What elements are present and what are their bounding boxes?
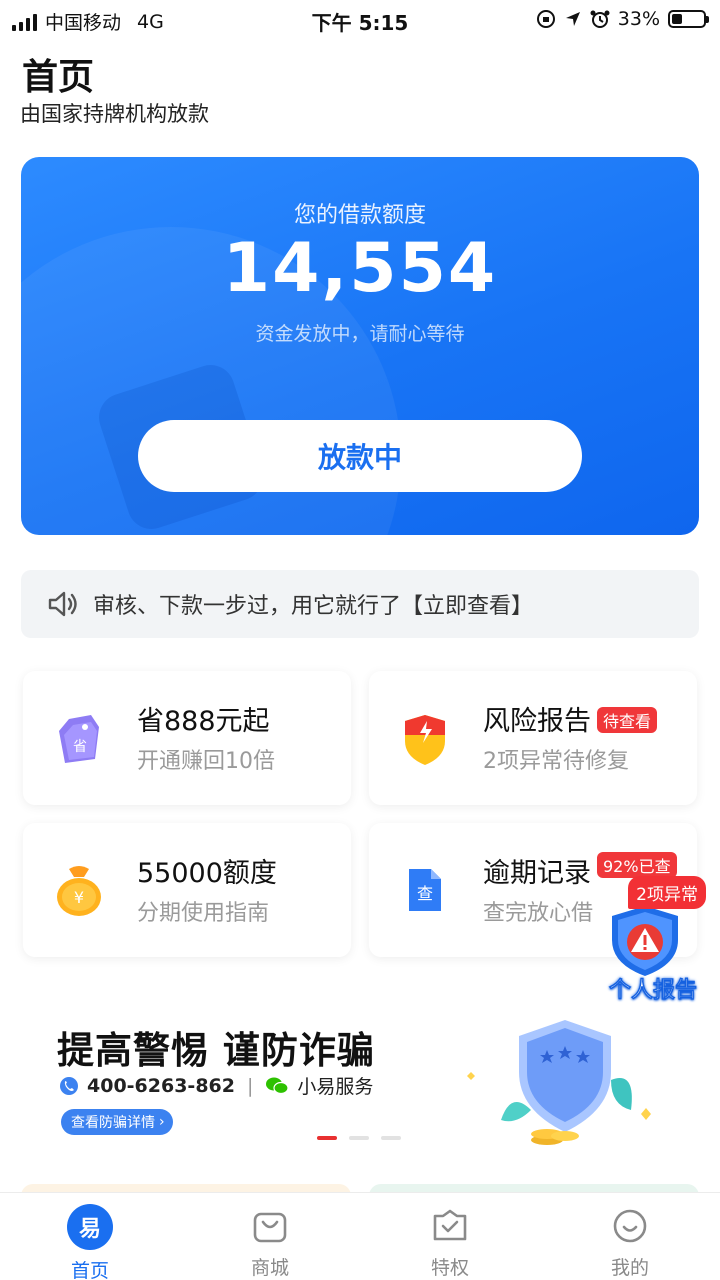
- alarm-icon: [590, 10, 610, 28]
- tab-privilege[interactable]: 特权: [360, 1193, 540, 1280]
- notice-bar[interactable]: 审核、下款一步过，用它就行了【立即查看】: [21, 570, 699, 638]
- personal-report-float-button[interactable]: 2项异常 个人报告: [594, 876, 712, 1004]
- page-title: 首页: [22, 57, 95, 98]
- loan-status-note: 资金发放中，请耐心等待: [255, 323, 465, 345]
- feature-title-text: 风险报告: [483, 706, 591, 737]
- feature-subtitle: 2项异常待修复: [483, 749, 629, 774]
- tab-label: 商城: [250, 1257, 289, 1279]
- savings-tag-icon: 省: [59, 715, 99, 763]
- carousel-indicator: [317, 1136, 401, 1140]
- signal-icon: [12, 13, 37, 31]
- feature-title: 55000额度: [137, 858, 277, 889]
- banner-title: 提高警惕 谨防诈骗: [57, 1029, 375, 1072]
- shopping-bag-icon: [253, 1212, 287, 1242]
- view-anti-fraud-button[interactable]: 查看防骗详情 ›: [61, 1109, 173, 1135]
- tab-mall[interactable]: 商城: [180, 1193, 360, 1280]
- carousel-dot: [349, 1136, 369, 1140]
- page-subtitle: 由国家持牌机构放款: [20, 102, 209, 126]
- feature-card-risk-report[interactable]: 风险报告 待查看 2项异常待修复: [369, 671, 697, 805]
- feature-subtitle: 查完放心借: [483, 901, 594, 926]
- button-label: 查看防骗详情: [71, 1115, 155, 1131]
- speaker-icon: [48, 591, 77, 617]
- feature-card-credit-limit[interactable]: ¥ 55000额度 分期使用指南: [23, 823, 351, 957]
- home-logo-icon: 易: [67, 1204, 113, 1250]
- tab-home[interactable]: 易 首页: [0, 1193, 180, 1280]
- security-shield-illustration: [467, 1020, 651, 1145]
- orientation-lock-icon: [536, 10, 555, 28]
- location-icon: [565, 12, 580, 26]
- feature-title: 省888元起: [137, 706, 270, 737]
- hotline-number: 400-6263-862: [87, 1074, 235, 1097]
- battery-percent: 33%: [617, 8, 660, 30]
- network-type: 4G: [137, 10, 164, 33]
- checked-percent-tag: 92%已查: [597, 851, 677, 878]
- pending-view-tag: 待查看: [597, 706, 658, 733]
- bottom-tab-bar: 易 首页 商城 特权 我的: [0, 1192, 720, 1280]
- divider: |: [246, 1074, 254, 1097]
- warning-shield-icon: [612, 906, 678, 976]
- feature-card-savings[interactable]: 省 省888元起 开通赚回10倍: [23, 671, 351, 805]
- feature-subtitle: 分期使用指南: [137, 901, 270, 926]
- carousel-dot: [381, 1136, 401, 1140]
- feature-title: 风险报告 待查看: [483, 699, 658, 738]
- loan-limit-amount: 14,554: [222, 229, 498, 308]
- anti-fraud-banner[interactable]: 提高警惕 谨防诈骗 400-6263-862 | 小易服务 查看防骗详情 ›: [21, 1000, 699, 1160]
- status-bar: 中国移动 4G 下午 5:15 33%: [0, 0, 720, 40]
- phone-icon: [60, 1076, 78, 1095]
- loan-card: 您的借款额度 14,554 资金发放中，请耐心等待 放款中: [21, 157, 699, 535]
- feature-subtitle: 开通赚回10倍: [137, 749, 275, 774]
- privilege-icon: [433, 1209, 467, 1240]
- profile-smile-icon: [613, 1209, 647, 1242]
- svg-text:省: 省: [73, 739, 87, 755]
- tab-label: 首页: [70, 1260, 109, 1280]
- battery-icon: [668, 10, 709, 28]
- service-account-name: 小易服务: [297, 1076, 374, 1098]
- disbursing-button[interactable]: 放款中: [138, 420, 582, 492]
- notice-text: 审核、下款一步过，用它就行了【立即查看】: [93, 594, 534, 619]
- tab-label: 特权: [430, 1257, 469, 1279]
- tab-mine[interactable]: 我的: [540, 1193, 720, 1280]
- loan-limit-label: 您的借款额度: [293, 203, 426, 228]
- carousel-dot: [317, 1136, 337, 1140]
- svg-text:查: 查: [417, 884, 433, 903]
- svg-text:¥: ¥: [74, 888, 84, 907]
- document-search-icon: 查: [409, 869, 441, 911]
- anomaly-count-badge: 2项异常: [628, 876, 706, 909]
- risk-shield-icon: [405, 715, 445, 765]
- feature-title-text: 逾期记录: [483, 858, 591, 889]
- tab-label: 我的: [610, 1257, 649, 1279]
- carrier-name: 中国移动: [45, 12, 122, 34]
- banner-contact: 400-6263-862 | 小易服务: [59, 1072, 373, 1099]
- money-bag-icon: ¥: [57, 866, 101, 916]
- wechat-icon: [266, 1077, 289, 1094]
- chevron-right-icon: ›: [159, 1114, 165, 1130]
